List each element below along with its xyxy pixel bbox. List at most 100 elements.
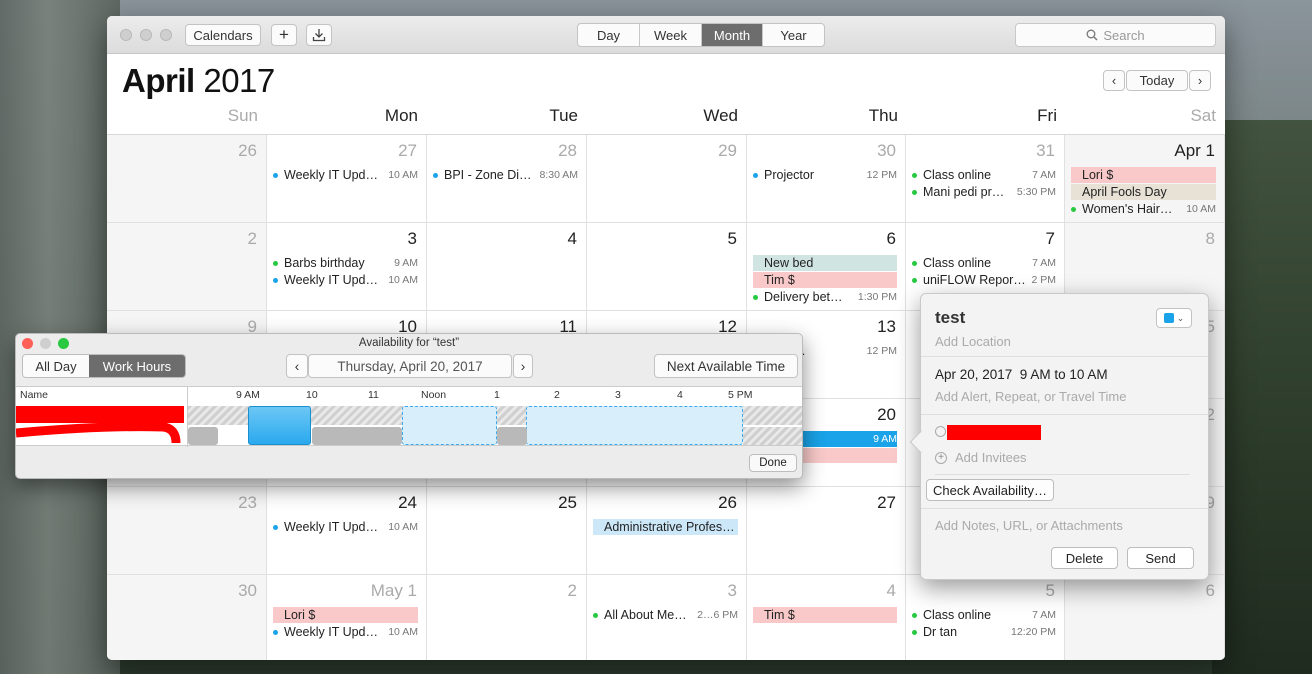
day-cell[interactable]: 27 Weekly IT Upd… 10 AM (267, 135, 427, 223)
calendar-color-picker[interactable]: ⌄ (1156, 308, 1192, 328)
close-window-button[interactable] (120, 29, 132, 41)
proposed-event-block[interactable] (248, 406, 311, 445)
day-cell[interactable]: 29 (587, 135, 747, 223)
today-button[interactable]: Today (1126, 70, 1188, 91)
hour-label: 4 (677, 389, 683, 401)
event-title: Tim $ (764, 273, 795, 287)
day-cell[interactable]: 6 New bed Tim $ Delivery bet… 1:30 PM (747, 223, 906, 311)
day-cell[interactable]: 30 Projector 12 PM (747, 135, 906, 223)
add-invitees-field[interactable]: Add Invitees (955, 450, 1027, 465)
event-item[interactable]: Class online 7 AM (912, 255, 1056, 271)
day-cell[interactable]: 3 All About Me… 2…6 PM (587, 575, 747, 660)
all-day-event[interactable]: Lori $ (1071, 167, 1216, 183)
previous-month-button[interactable]: ‹ (1103, 70, 1125, 91)
day-cell[interactable]: May 1 Lori $ Weekly IT Upd… 10 AM (267, 575, 427, 660)
event-time: 7 AM (1032, 609, 1056, 621)
next-day-button[interactable]: › (513, 354, 533, 378)
view-month-button[interactable]: Month (702, 24, 763, 46)
view-week-button[interactable]: Week (640, 24, 702, 46)
day-cell[interactable]: 23 (107, 487, 267, 575)
day-cell[interactable]: 4 (427, 223, 587, 311)
minimize-window-button[interactable] (140, 29, 152, 41)
day-cell[interactable]: 28 BPI - Zone Di… 8:30 AM (427, 135, 587, 223)
event-title[interactable]: test (935, 308, 965, 328)
day-cell[interactable]: 2 (427, 575, 587, 660)
event-time: 7 AM (1032, 169, 1056, 181)
all-day-event[interactable]: April Fools Day (1071, 184, 1216, 200)
delete-button[interactable]: Delete (1051, 547, 1118, 569)
title-year: 2017 (203, 62, 275, 99)
all-day-button[interactable]: All Day (23, 355, 89, 377)
event-item[interactable]: Weekly IT Upd… 10 AM (273, 167, 418, 183)
work-hours-button[interactable]: Work Hours (89, 355, 185, 377)
day-cell[interactable]: 6 (1065, 575, 1225, 660)
next-available-time-button[interactable]: Next Available Time (654, 354, 798, 378)
event-title: New bed (764, 256, 814, 270)
event-datetime[interactable]: Apr 20, 2017 9 AM to 10 AM (935, 367, 1108, 382)
day-number: 30 (238, 581, 257, 600)
event-item[interactable]: Dr tan 12:20 PM (912, 624, 1056, 640)
day-cell[interactable]: 25 (427, 487, 587, 575)
event-item[interactable]: Class online 7 AM (912, 167, 1056, 183)
event-item[interactable]: Weekly IT Upd… 10 AM (273, 624, 418, 640)
day-cell[interactable]: 27 (747, 487, 906, 575)
event-item[interactable]: Class online 7 AM (912, 607, 1056, 623)
day-cell[interactable]: 30 (107, 575, 267, 660)
send-button[interactable]: Send (1127, 547, 1194, 569)
add-alert-field[interactable]: Add Alert, Repeat, or Travel Time (935, 389, 1126, 404)
title-month-name: April (122, 62, 195, 99)
event-item[interactable]: BPI - Zone Di… 8:30 AM (433, 167, 578, 183)
search-field[interactable]: Search (1015, 23, 1216, 47)
event-title: Delivery bet… (764, 290, 843, 304)
day-cell[interactable]: 5 (587, 223, 747, 311)
add-event-button[interactable]: + (271, 24, 297, 46)
check-availability-button[interactable]: Check Availability… (926, 479, 1054, 501)
add-location-field[interactable]: Add Location (935, 334, 1011, 349)
event-item[interactable]: Delivery bet… 1:30 PM (753, 289, 897, 305)
event-item[interactable]: Projector 12 PM (753, 167, 897, 183)
event-title: Women's Hair… (1082, 202, 1173, 216)
all-day-event[interactable]: Tim $ (753, 272, 897, 288)
inbox-download-button[interactable] (306, 24, 332, 46)
calendars-button[interactable]: Calendars (185, 24, 261, 46)
event-item[interactable]: Weekly IT Upd… 10 AM (273, 272, 418, 288)
busy-block (312, 427, 402, 445)
event-item[interactable]: Women's Hair… 10 AM (1071, 201, 1216, 217)
event-item[interactable]: Mani pedi pr… 5:30 PM (912, 184, 1056, 200)
day-cell[interactable]: 3 Barbs birthday 9 AM Weekly IT Upd… 10 AM (267, 223, 427, 311)
weekday-sat: Sat (1190, 106, 1216, 125)
day-cell[interactable]: 31 Class online 7 AM Mani pedi pr… 5:30 PM (906, 135, 1065, 223)
weekday-wed: Wed (703, 106, 738, 125)
event-item[interactable]: uniFLOW Repor… 2 PM (912, 272, 1056, 288)
all-day-event[interactable]: New bed (753, 255, 897, 271)
day-cell[interactable]: Apr 1 Lori $ April Fools Day Women's Hair… 1… (1065, 135, 1225, 223)
calendar-dot-icon (273, 172, 278, 178)
done-button[interactable]: Done (749, 454, 797, 472)
previous-day-button[interactable]: ‹ (286, 354, 308, 378)
page-title: April 2017 (122, 62, 275, 100)
add-notes-field[interactable]: Add Notes, URL, or Attachments (935, 518, 1123, 533)
day-cell[interactable]: 2 (107, 223, 267, 311)
view-day-button[interactable]: Day (578, 24, 640, 46)
day-cell[interactable]: 24 Weekly IT Upd… 10 AM (267, 487, 427, 575)
event-item[interactable]: Weekly IT Upd… 10 AM (273, 519, 418, 535)
event-time: 12 PM (866, 169, 897, 181)
divider (921, 356, 1208, 357)
view-year-button[interactable]: Year (763, 24, 824, 46)
all-day-event[interactable]: Administrative Profes… (593, 519, 738, 535)
day-cell[interactable]: 4 Tim $ (747, 575, 906, 660)
zoom-window-button[interactable] (160, 29, 172, 41)
busy-block (497, 427, 527, 445)
event-item[interactable]: All About Me… 2…6 PM (593, 607, 738, 623)
weekday-thu: Thu (868, 106, 898, 125)
day-cell[interactable]: 26 Administrative Profes… (587, 487, 747, 575)
event-time: 10 AM (388, 626, 418, 638)
day-cell[interactable]: 26 (107, 135, 267, 223)
all-day-event[interactable]: Lori $ (273, 607, 418, 623)
day-number: 5 (727, 229, 737, 248)
all-day-event[interactable]: Tim $ (753, 607, 897, 623)
next-month-button[interactable]: › (1189, 70, 1211, 91)
day-cell[interactable]: 5 Class online 7 AM Dr tan 12:20 PM (906, 575, 1065, 660)
day-number: 3 (407, 229, 417, 248)
event-item[interactable]: Barbs birthday 9 AM (273, 255, 418, 271)
